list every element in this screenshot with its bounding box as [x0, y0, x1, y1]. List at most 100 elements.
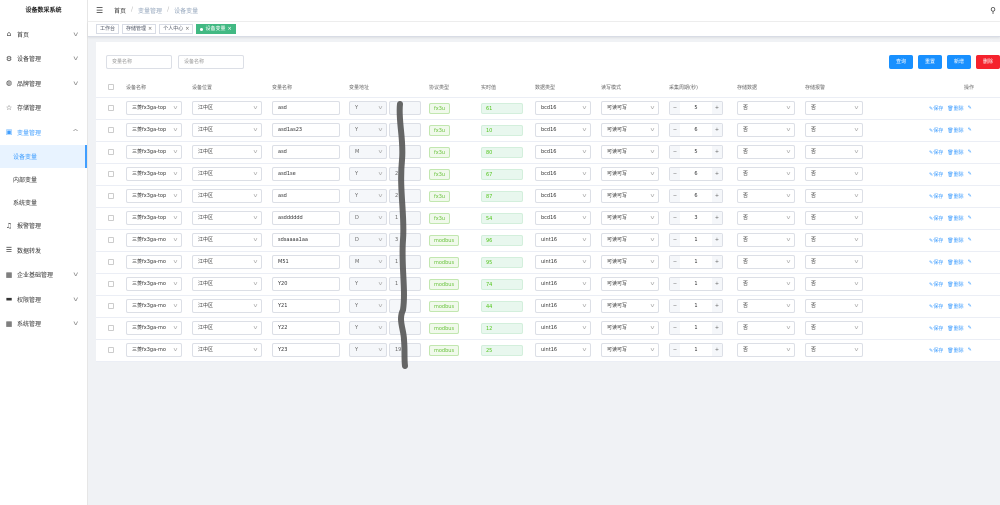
store-alarm-select[interactable]: 否v: [805, 101, 863, 115]
save-link[interactable]: ✎保存: [929, 193, 943, 200]
var-name-field[interactable]: asd: [272, 101, 340, 115]
sidebar-item[interactable]: ⚙ 设备管理 v: [0, 47, 87, 72]
increment-button[interactable]: +: [712, 278, 722, 290]
period-value[interactable]: 1: [680, 303, 712, 309]
address-type-select[interactable]: Mv: [349, 255, 387, 269]
delete-link[interactable]: 🗑删除: [947, 303, 963, 310]
add-button[interactable]: 新增: [947, 55, 971, 69]
more-link[interactable]: ✎: [968, 105, 972, 112]
breadcrumb-item[interactable]: 首页: [114, 6, 126, 15]
store-data-select[interactable]: 否v: [737, 299, 795, 313]
more-link[interactable]: ✎: [968, 281, 972, 288]
device-select[interactable]: 三菱fx3ga-mo v: [126, 233, 182, 247]
rw-mode-select[interactable]: 可读可写 v: [601, 167, 659, 181]
rw-mode-select[interactable]: 可读可写 v: [601, 277, 659, 291]
store-data-select[interactable]: 否v: [737, 343, 795, 357]
increment-button[interactable]: +: [712, 322, 722, 334]
device-select[interactable]: 三菱fx3ga-top v: [126, 167, 182, 181]
save-link[interactable]: ✎保存: [929, 303, 943, 310]
address-number-field[interactable]: 1: [389, 211, 421, 225]
row-checkbox[interactable]: [108, 281, 114, 287]
var-name-field[interactable]: asd1se: [272, 167, 340, 181]
save-link[interactable]: ✎保存: [929, 237, 943, 244]
address-number-field[interactable]: 3: [389, 233, 421, 247]
tag-item[interactable]: 工作台: [96, 24, 120, 34]
more-link[interactable]: ✎: [968, 237, 972, 244]
sidebar-item[interactable]: ▣ 变量管理 ^: [0, 120, 87, 145]
more-link[interactable]: ✎: [968, 303, 972, 310]
var-name-field[interactable]: Y21: [272, 299, 340, 313]
delete-link[interactable]: 🗑删除: [947, 281, 963, 288]
device-select[interactable]: 三菱fx3ga-mo v: [126, 255, 182, 269]
address-type-select[interactable]: Yv: [349, 321, 387, 335]
address-number-field[interactable]: [389, 101, 421, 115]
rw-mode-select[interactable]: 可读可写 v: [601, 343, 659, 357]
datatype-select[interactable]: uint16 v: [535, 233, 591, 247]
address-type-select[interactable]: Yv: [349, 189, 387, 203]
var-name-input[interactable]: 变量名称: [106, 55, 172, 69]
store-data-select[interactable]: 否v: [737, 321, 795, 335]
address-number-field[interactable]: [389, 145, 421, 159]
row-checkbox[interactable]: [108, 171, 114, 177]
var-name-field[interactable]: sdsaaaa1aa: [272, 233, 340, 247]
select-all-header[interactable]: [96, 78, 122, 98]
row-checkbox[interactable]: [108, 325, 114, 331]
delete-button[interactable]: 删除: [976, 55, 1000, 69]
row-checkbox[interactable]: [108, 149, 114, 155]
address-type-select[interactable]: Yv: [349, 277, 387, 291]
increment-button[interactable]: +: [712, 300, 722, 312]
period-value[interactable]: 1: [680, 281, 712, 287]
reset-button[interactable]: 重置: [918, 55, 942, 69]
save-link[interactable]: ✎保存: [929, 259, 943, 266]
device-select[interactable]: 三菱fx3ga-mo v: [126, 321, 182, 335]
address-number-field[interactable]: 2: [389, 167, 421, 181]
row-checkbox[interactable]: [108, 127, 114, 133]
sidebar-subitem[interactable]: 系统变量: [0, 191, 87, 214]
location-select[interactable]: 江中区 v: [192, 123, 262, 137]
store-data-select[interactable]: 否v: [737, 101, 795, 115]
store-alarm-select[interactable]: 否v: [805, 255, 863, 269]
datatype-select[interactable]: bcd16 v: [535, 211, 591, 225]
store-alarm-select[interactable]: 否v: [805, 233, 863, 247]
store-data-select[interactable]: 否v: [737, 123, 795, 137]
save-link[interactable]: ✎保存: [929, 325, 943, 332]
datatype-select[interactable]: bcd16 v: [535, 123, 591, 137]
datatype-select[interactable]: bcd16 v: [535, 145, 591, 159]
delete-link[interactable]: 🗑删除: [947, 215, 963, 222]
period-value[interactable]: 1: [680, 325, 712, 331]
store-data-select[interactable]: 否v: [737, 233, 795, 247]
more-link[interactable]: ✎: [968, 347, 972, 354]
increment-button[interactable]: +: [712, 234, 722, 246]
device-select[interactable]: 三菱fx3ga-mo v: [126, 277, 182, 291]
location-select[interactable]: 江中区 v: [192, 277, 262, 291]
hamburger-icon[interactable]: ☰: [96, 6, 104, 15]
save-link[interactable]: ✎保存: [929, 215, 943, 222]
sidebar-subitem[interactable]: 设备变量: [0, 144, 87, 168]
row-checkbox[interactable]: [108, 105, 114, 111]
location-select[interactable]: 江中区 v: [192, 167, 262, 181]
store-data-select[interactable]: 否v: [737, 277, 795, 291]
decrement-button[interactable]: −: [670, 212, 680, 224]
tag-item[interactable]: 个人中心 ×: [159, 24, 194, 34]
var-name-field[interactable]: Y20: [272, 277, 340, 291]
var-name-field[interactable]: M51: [272, 255, 340, 269]
row-checkbox[interactable]: [108, 347, 114, 353]
select-all-checkbox[interactable]: [108, 84, 114, 91]
var-name-field[interactable]: asd: [272, 189, 340, 203]
device-select[interactable]: 三菱fx3ga-top v: [126, 189, 182, 203]
sidebar-item[interactable]: ☆ 存储管理: [0, 96, 87, 121]
store-data-select[interactable]: 否v: [737, 145, 795, 159]
save-link[interactable]: ✎保存: [929, 105, 943, 112]
period-value[interactable]: 5: [680, 149, 712, 155]
var-name-field[interactable]: Y22: [272, 321, 340, 335]
period-value[interactable]: 1: [680, 347, 712, 353]
location-select[interactable]: 江中区 v: [192, 189, 262, 203]
close-icon[interactable]: ×: [227, 25, 231, 34]
row-checkbox[interactable]: [108, 237, 114, 243]
device-select[interactable]: 三菱fx3ga-top v: [126, 101, 182, 115]
period-value[interactable]: 1: [680, 259, 712, 265]
period-value[interactable]: 5: [680, 105, 712, 111]
sidebar-item[interactable]: ⌂ 首页 v: [0, 22, 87, 47]
sidebar-item[interactable]: ◍ 品牌管理 v: [0, 71, 87, 96]
store-alarm-select[interactable]: 否v: [805, 123, 863, 137]
